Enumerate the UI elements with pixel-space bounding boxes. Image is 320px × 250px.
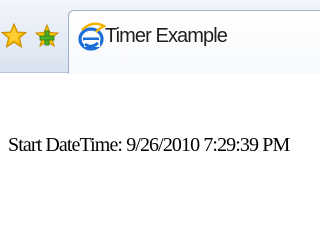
page-content: Start DateTime: 9/26/2010 7:29:39 PM xyxy=(0,74,320,250)
start-datetime-value: 9/26/2010 7:29:39 PM xyxy=(126,134,290,156)
start-datetime-label: Start DateTime: xyxy=(8,134,123,156)
start-datetime-line: Start DateTime: 9/26/2010 7:29:39 PM xyxy=(8,134,290,157)
favorites-star-icon[interactable] xyxy=(0,22,28,50)
browser-toolbar: Timer Example xyxy=(0,0,320,74)
tab-timer-example[interactable]: Timer Example xyxy=(68,10,320,74)
add-favorite-icon[interactable] xyxy=(33,22,61,50)
tab-title: Timer Example xyxy=(105,25,228,47)
ie-icon xyxy=(78,22,107,52)
